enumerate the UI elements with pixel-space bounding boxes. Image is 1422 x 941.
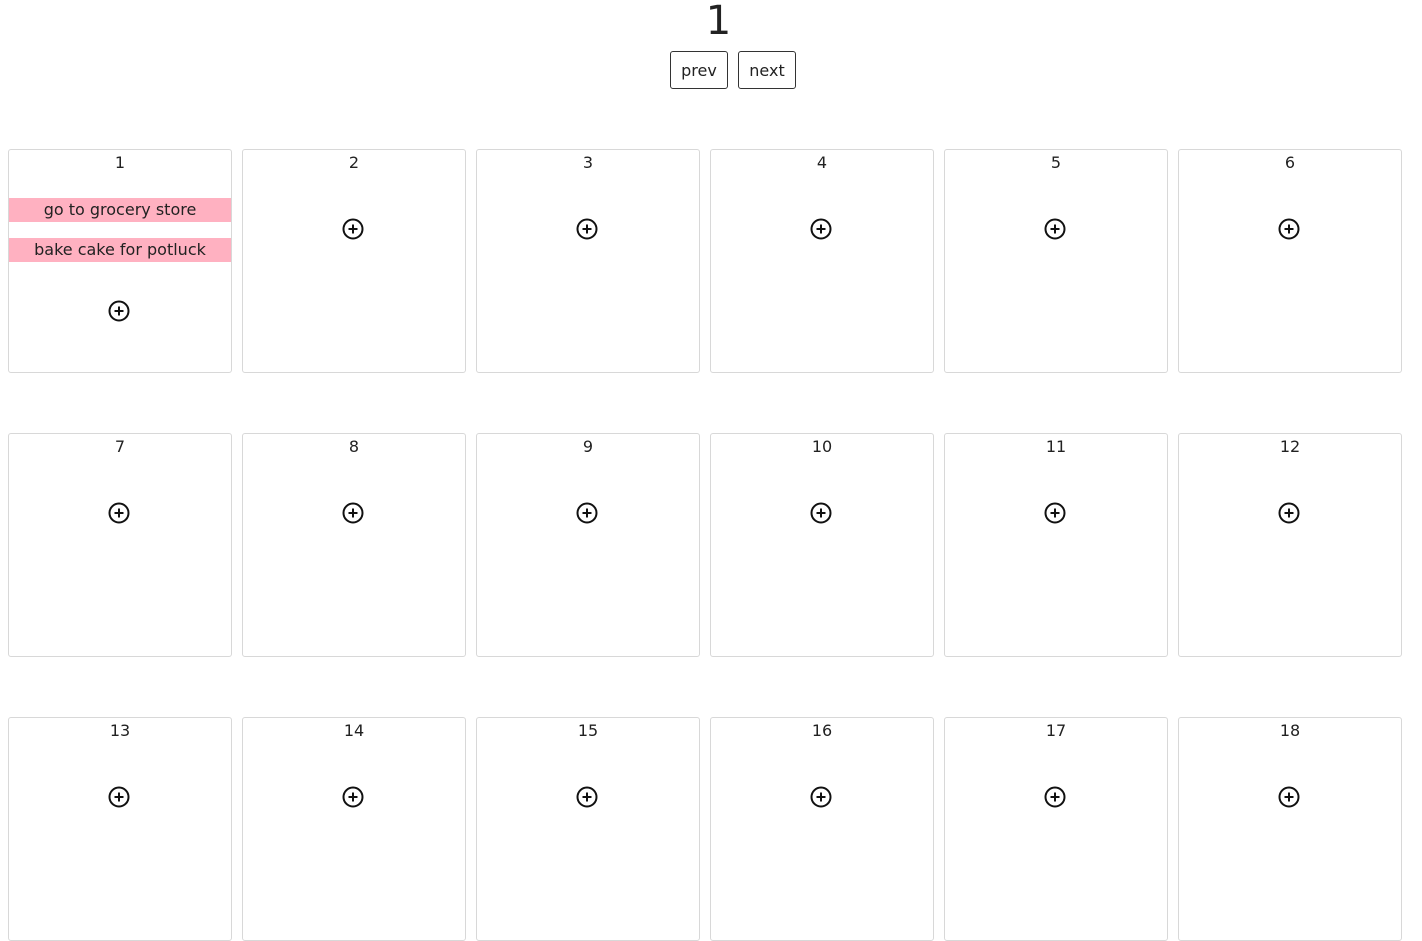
plus-circle-icon[interactable]	[108, 300, 130, 322]
plus-circle-icon[interactable]	[810, 218, 832, 240]
day-number: 9	[582, 437, 594, 456]
plus-circle-icon[interactable]	[576, 786, 598, 808]
day-number: 14	[343, 721, 365, 740]
day-number: 5	[1050, 153, 1062, 172]
plus-circle-icon[interactable]	[1278, 786, 1300, 808]
plus-circle-icon[interactable]	[108, 786, 130, 808]
plus-circle-icon[interactable]	[1278, 502, 1300, 524]
task-item[interactable]: go to grocery store	[9, 198, 231, 222]
day-card: 18	[1178, 717, 1402, 941]
day-card: 16	[710, 717, 934, 941]
day-number: 4	[816, 153, 828, 172]
day-number: 10	[811, 437, 833, 456]
day-card: 8	[242, 433, 466, 657]
day-card: 3	[476, 149, 700, 373]
plus-circle-icon[interactable]	[108, 502, 130, 524]
day-number: 16	[811, 721, 833, 740]
day-number: 8	[348, 437, 360, 456]
day-number: 15	[577, 721, 599, 740]
day-card: 9	[476, 433, 700, 657]
day-card: 6	[1178, 149, 1402, 373]
plus-circle-icon[interactable]	[1044, 502, 1066, 524]
day-card: 1 go to grocery store bake cake for potluc…	[8, 149, 232, 373]
plus-circle-icon[interactable]	[810, 786, 832, 808]
day-card: 15	[476, 717, 700, 941]
plus-circle-icon[interactable]	[1044, 786, 1066, 808]
day-card: 2	[242, 149, 466, 373]
day-number: 11	[1045, 437, 1067, 456]
plus-circle-icon[interactable]	[342, 786, 364, 808]
day-card: 13	[8, 717, 232, 941]
day-card: 4	[710, 149, 934, 373]
day-number: 3	[582, 153, 594, 172]
plus-circle-icon[interactable]	[1278, 218, 1300, 240]
plus-circle-icon[interactable]	[576, 502, 598, 524]
plus-circle-icon[interactable]	[1044, 218, 1066, 240]
prev-button[interactable]: prev	[670, 51, 728, 89]
day-card: 7	[8, 433, 232, 657]
day-card: 17	[944, 717, 1168, 941]
day-number: 18	[1279, 721, 1301, 740]
day-card: 5	[944, 149, 1168, 373]
plus-circle-icon[interactable]	[342, 218, 364, 240]
day-number: 13	[109, 721, 131, 740]
day-number: 12	[1279, 437, 1301, 456]
page-number: 1	[705, 0, 732, 44]
plus-circle-icon[interactable]	[576, 218, 598, 240]
task-item[interactable]: bake cake for potluck	[9, 238, 231, 262]
day-number: 7	[114, 437, 126, 456]
day-card: 14	[242, 717, 466, 941]
next-button[interactable]: next	[738, 51, 796, 89]
day-card: 10	[710, 433, 934, 657]
plus-circle-icon[interactable]	[342, 502, 364, 524]
plus-circle-icon[interactable]	[810, 502, 832, 524]
day-card: 12	[1178, 433, 1402, 657]
day-number: 17	[1045, 721, 1067, 740]
day-number: 2	[348, 153, 360, 172]
day-number: 1	[114, 153, 126, 172]
day-card: 11	[944, 433, 1168, 657]
day-number: 6	[1284, 153, 1296, 172]
pagination-nav: prev next	[670, 51, 796, 89]
